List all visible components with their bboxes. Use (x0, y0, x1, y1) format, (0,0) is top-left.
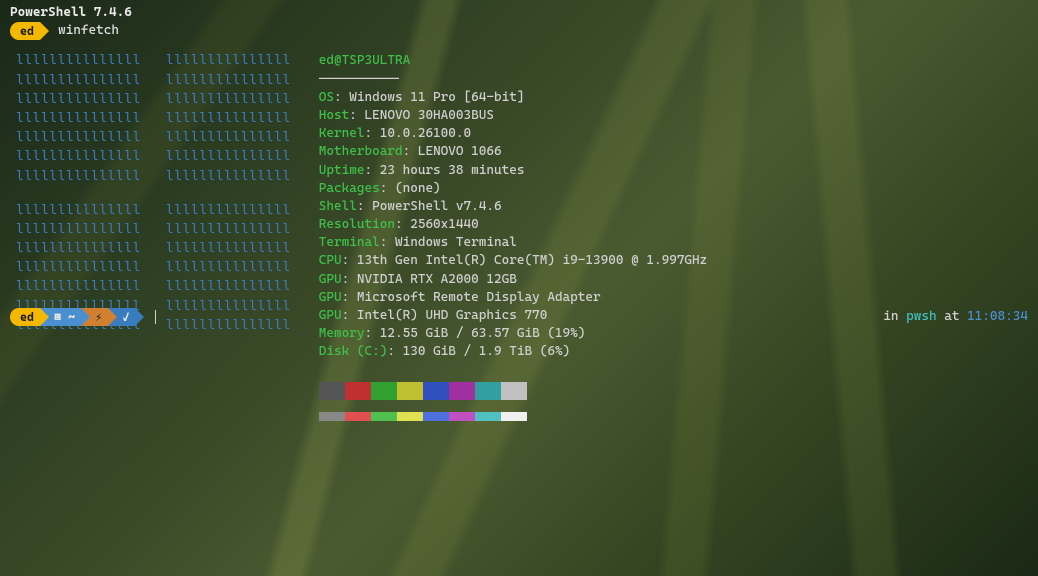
info-row: Resolution: 2560x1440 (319, 216, 707, 234)
color-swatch (319, 412, 345, 421)
color-swatch (475, 382, 501, 400)
lightning-icon: ⚡ (95, 309, 102, 326)
color-swatch (397, 412, 423, 421)
info-value: 12.55 GiB / 63.57 GiB (19%) (380, 326, 586, 341)
command-text: winfetch (58, 22, 119, 40)
info-label: Shell (319, 199, 357, 214)
color-swatches-row2 (319, 412, 707, 421)
windows-logo-ascii: lllllllllllllll lllllllllllllll llllllll… (16, 52, 291, 420)
color-swatch (423, 412, 449, 421)
terminal-window[interactable]: PowerShell 7.4.6 ed winfetch lllllllllll… (0, 0, 1038, 425)
info-row: GPU: Microsoft Remote Display Adapter (319, 289, 707, 307)
info-label: Resolution (319, 217, 395, 232)
color-swatch (371, 382, 397, 400)
info-row: CPU: 13th Gen Intel(R) Core(TM) i9-13900… (319, 252, 707, 270)
info-value: LENOVO 1066 (418, 144, 502, 159)
color-swatch (319, 382, 345, 400)
color-swatch (501, 412, 527, 421)
info-value: PowerShell v7.4.6 (372, 199, 502, 214)
info-row: Motherboard: LENOVO 1066 (319, 143, 707, 161)
info-value: 130 GiB / 1.9 TiB (6%) (403, 344, 571, 359)
info-label: Memory (319, 326, 365, 341)
prompt-user-segment: ed (10, 308, 40, 326)
info-label: Kernel (319, 126, 365, 141)
info-value: (none) (395, 181, 441, 196)
folder-icon: ▣ ~ (54, 309, 75, 326)
info-separator: ———————————— (319, 71, 707, 89)
info-value: LENOVO 30HA003BUS (365, 108, 495, 123)
info-label: Motherboard (319, 144, 403, 159)
info-row: Shell: PowerShell v7.4.6 (319, 198, 707, 216)
info-row: Uptime: 23 hours 38 minutes (319, 162, 707, 180)
color-swatch (345, 412, 371, 421)
info-label: GPU (319, 272, 342, 287)
right-status: in pwsh at 11:08:34 (883, 308, 1028, 326)
info-label: Terminal (319, 235, 380, 250)
cursor[interactable] (155, 310, 156, 324)
info-label: Disk (C:) (319, 344, 388, 359)
info-label: Uptime (319, 163, 365, 178)
color-swatch (423, 382, 449, 400)
info-value: 13th Gen Intel(R) Core(TM) i9-13900 @ 1.… (357, 253, 707, 268)
prompt-line-2[interactable]: ed ▣ ~ ⚡ ✓ in pwsh at 11:08:34 (10, 308, 1028, 326)
color-swatch (501, 382, 527, 400)
color-swatch (449, 382, 475, 400)
info-label: Packages (319, 181, 380, 196)
clock-time: 11:08:34 (967, 309, 1028, 324)
color-swatch (449, 412, 475, 421)
color-swatch (345, 382, 371, 400)
info-value: 10.0.26100.0 (380, 126, 471, 141)
info-label: OS (319, 90, 334, 105)
system-info: ed@TSP3ULTRA ———————————— OS: Windows 11… (319, 52, 707, 420)
info-row: Packages: (none) (319, 180, 707, 198)
winfetch-output: lllllllllllllll lllllllllllllll llllllll… (16, 52, 1028, 420)
info-label: Host (319, 108, 349, 123)
info-row: Disk (C:): 130 GiB / 1.9 TiB (6%) (319, 343, 707, 361)
info-value: Microsoft Remote Display Adapter (357, 290, 601, 305)
info-value: NVIDIA RTX A2000 12GB (357, 272, 517, 287)
color-swatch (397, 382, 423, 400)
color-swatch (371, 412, 397, 421)
info-row: Terminal: Windows Terminal (319, 234, 707, 252)
prompt-user-segment: ed (10, 22, 40, 40)
info-row: Kernel: 10.0.26100.0 (319, 125, 707, 143)
info-value: 23 hours 38 minutes (380, 163, 525, 178)
check-icon: ✓ (122, 309, 129, 326)
info-row: Host: LENOVO 30HA003BUS (319, 107, 707, 125)
info-row: GPU: NVIDIA RTX A2000 12GB (319, 271, 707, 289)
info-header: ed@TSP3ULTRA (319, 53, 410, 68)
info-label: CPU (319, 253, 342, 268)
color-swatch (475, 412, 501, 421)
info-value: 2560x1440 (410, 217, 479, 232)
shell-name: pwsh (906, 309, 936, 324)
window-title: PowerShell 7.4.6 (10, 4, 1028, 22)
info-row: OS: Windows 11 Pro [64-bit] (319, 89, 707, 107)
prompt-line-1: ed winfetch (10, 22, 1028, 40)
color-swatches-row1 (319, 382, 707, 400)
info-label: GPU (319, 290, 342, 305)
info-value: Windows 11 Pro [64-bit] (349, 90, 524, 105)
info-row: Memory: 12.55 GiB / 63.57 GiB (19%) (319, 325, 707, 343)
info-value: Windows Terminal (395, 235, 517, 250)
